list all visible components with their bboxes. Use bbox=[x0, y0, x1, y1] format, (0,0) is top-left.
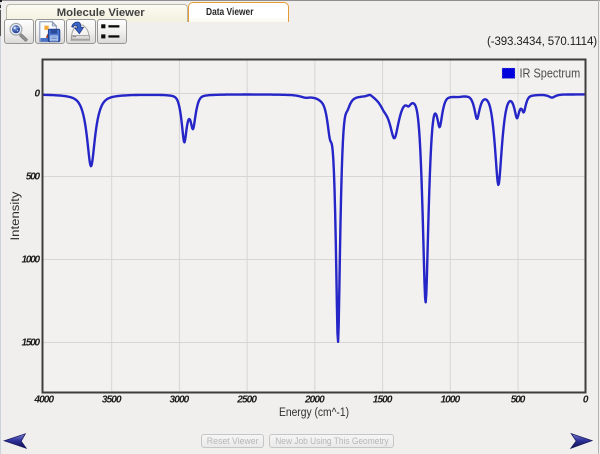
svg-text:1500: 1500 bbox=[373, 395, 393, 406]
svg-text:500: 500 bbox=[26, 172, 41, 183]
svg-text:1000: 1000 bbox=[440, 395, 460, 406]
svg-text:IR Spectrum: IR Spectrum bbox=[520, 67, 581, 81]
svg-text:4000: 4000 bbox=[33, 395, 54, 406]
svg-text:0: 0 bbox=[34, 89, 40, 100]
svg-text:3500: 3500 bbox=[102, 395, 122, 406]
svg-text:1500: 1500 bbox=[22, 338, 41, 349]
svg-text:1000: 1000 bbox=[22, 255, 41, 266]
svg-text:0: 0 bbox=[583, 395, 589, 406]
svg-text:500: 500 bbox=[511, 395, 526, 406]
svg-text:2000: 2000 bbox=[304, 395, 325, 406]
svg-text:Intensity: Intensity bbox=[10, 191, 22, 240]
svg-text:Energy (cm^-1): Energy (cm^-1) bbox=[279, 407, 349, 419]
svg-text:3000: 3000 bbox=[170, 395, 190, 406]
svg-text:2500: 2500 bbox=[236, 395, 257, 406]
